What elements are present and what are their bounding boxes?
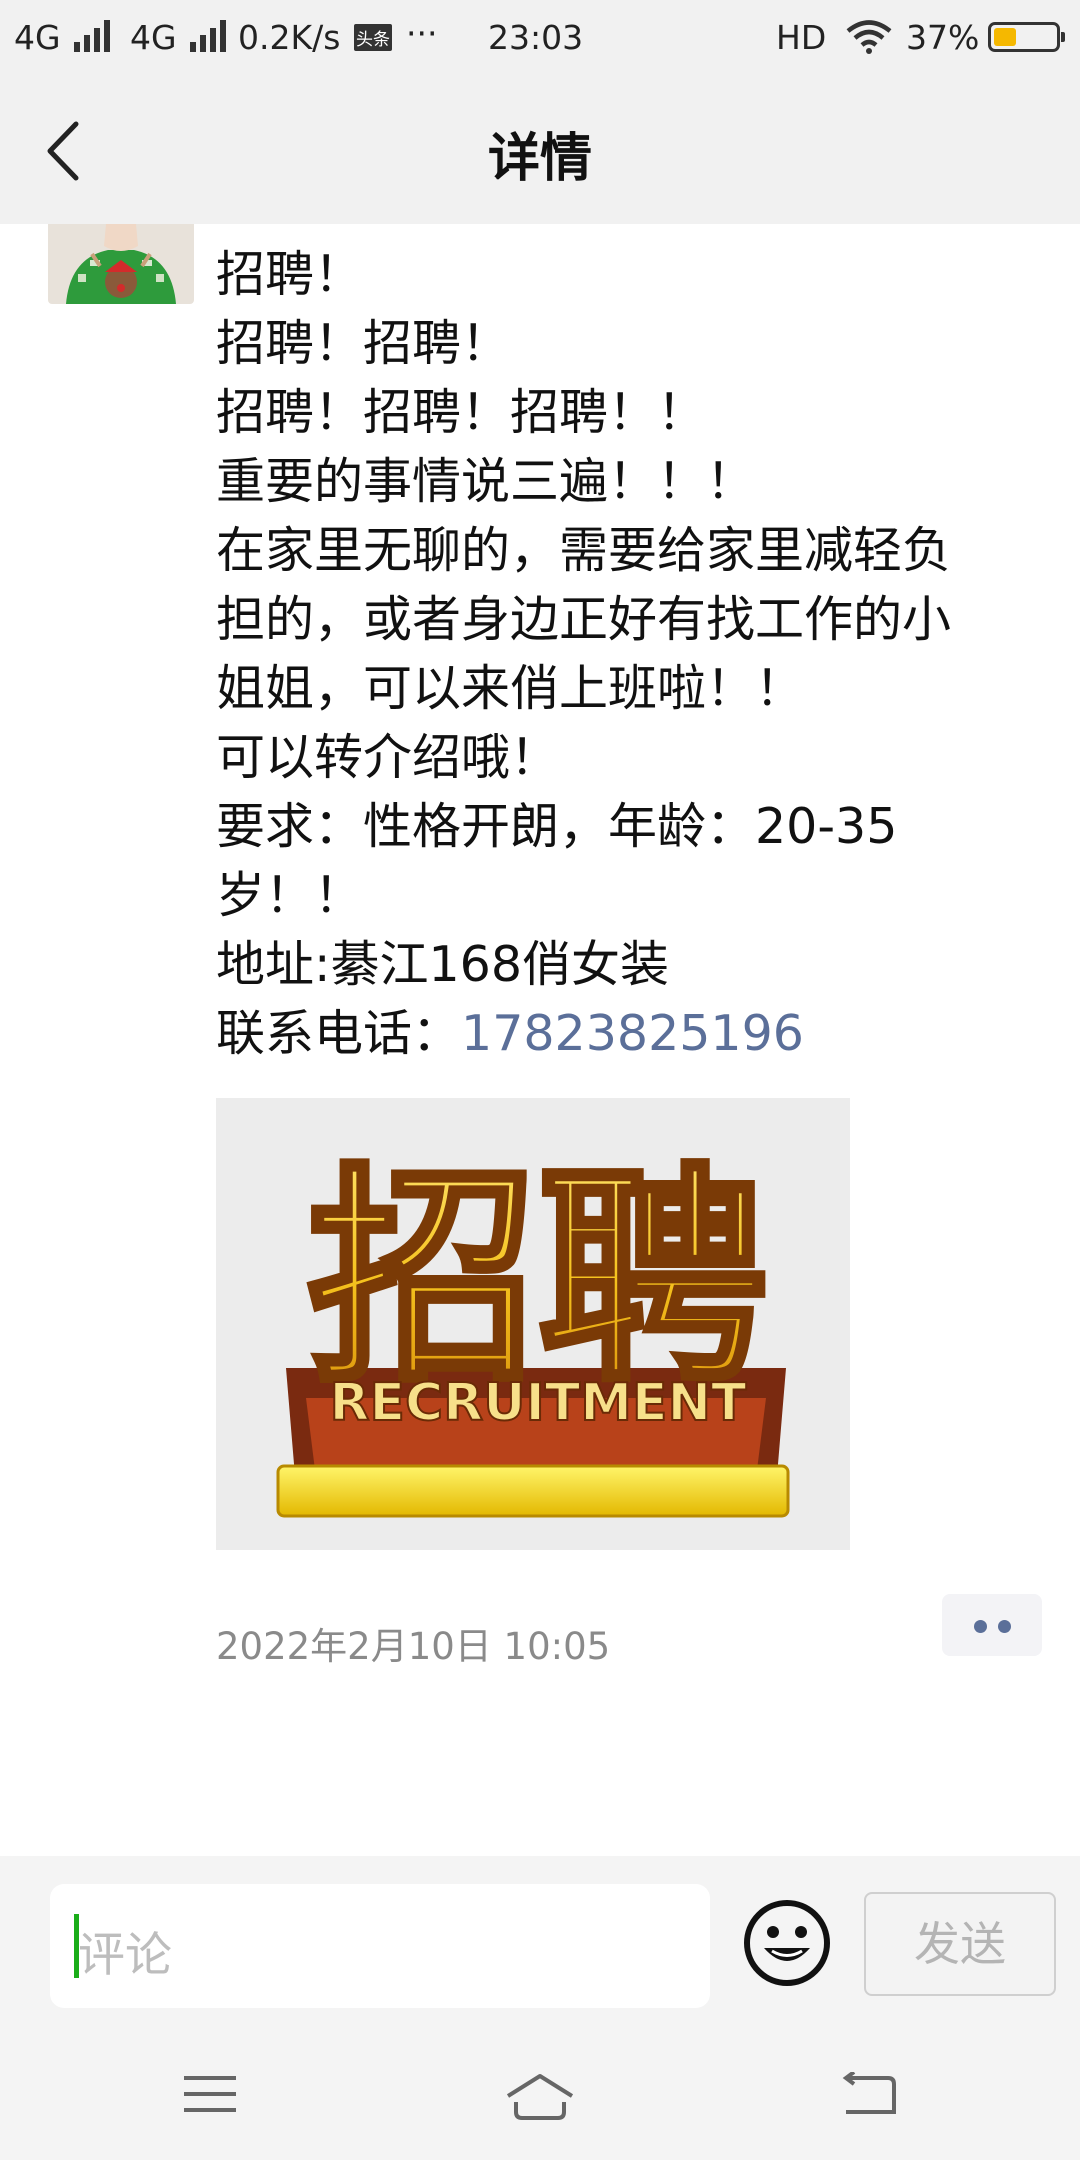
battery-fill (994, 28, 1016, 46)
post-line: 可以转介绍哦！ (216, 729, 560, 786)
post-line: 岁！！ (216, 867, 364, 924)
post-line: 要求：性格开朗，年龄：20-35 (216, 798, 898, 855)
phone-label: 联系电话： (216, 1005, 462, 1062)
post-line: 姐姐，可以来俏上班啦！！ (216, 660, 805, 717)
post-text: 招聘！ 招聘！招聘！ 招聘！招聘！招聘！！ 重要的事情说三遍！！！ 在家里无聊的… (216, 240, 1036, 1068)
post-line: 招聘！招聘！ (216, 315, 511, 372)
post-line: 在家里无聊的，需要给家里减轻负 (216, 522, 952, 579)
contact-line: 联系电话：17823825196 (216, 999, 1036, 1068)
post-line: 担的，或者身边正好有找工作的小 (216, 591, 952, 648)
hd-indicator: HD (776, 18, 827, 57)
menu-icon[interactable] (182, 2072, 238, 2116)
signal-icon (74, 20, 110, 52)
signal-icon (190, 20, 226, 52)
emoji-icon[interactable] (742, 1898, 832, 1988)
navigation-bar: 详情 (0, 76, 1080, 224)
post-line: 地址:綦江168俏女装 (216, 936, 670, 993)
send-button[interactable]: 发送 (864, 1892, 1056, 1996)
wifi-icon (846, 20, 892, 54)
home-icon[interactable] (504, 2072, 576, 2122)
dot-icon (998, 1620, 1011, 1633)
dot-icon (974, 1620, 987, 1633)
post-line: 招聘！招聘！招聘！！ (216, 384, 707, 441)
clock: 23:03 (488, 18, 584, 57)
more-notifications-icon: ··· (406, 14, 438, 53)
more-actions-button[interactable] (942, 1594, 1042, 1656)
phone-number-link[interactable]: 17823825196 (461, 1005, 804, 1062)
battery-percent: 37% (906, 18, 980, 57)
network-speed: 0.2K/s (238, 18, 341, 57)
post-line: 重要的事情说三遍！！！ (216, 453, 756, 510)
post-line: 招聘！ (216, 246, 364, 303)
post-detail: 招聘！ 招聘！招聘！ 招聘！招聘！招聘！！ 重要的事情说三遍！！！ 在家里无聊的… (0, 224, 1080, 1856)
page-title: 详情 (487, 129, 592, 189)
battery-icon (988, 22, 1065, 52)
recruitment-image[interactable]: 招聘 RECRUITMENT (216, 1098, 850, 1550)
image-subtitle-text: RECRUITMENT (329, 1373, 747, 1433)
comment-placeholder: 评论 (78, 1928, 172, 1983)
system-navigation-bar (0, 2028, 1080, 2160)
post-timestamp: 2022年2月10日 10:05 (216, 1625, 611, 1668)
status-bar: 4G 4G 0.2K/s 头条 ··· 23:03 HD 37% (0, 0, 1080, 76)
network-label-2: 4G (130, 18, 177, 57)
avatar[interactable] (48, 224, 194, 304)
back-icon[interactable] (842, 2072, 898, 2118)
network-label-1: 4G (14, 18, 61, 57)
app-badge-icon: 头条 (354, 24, 392, 51)
